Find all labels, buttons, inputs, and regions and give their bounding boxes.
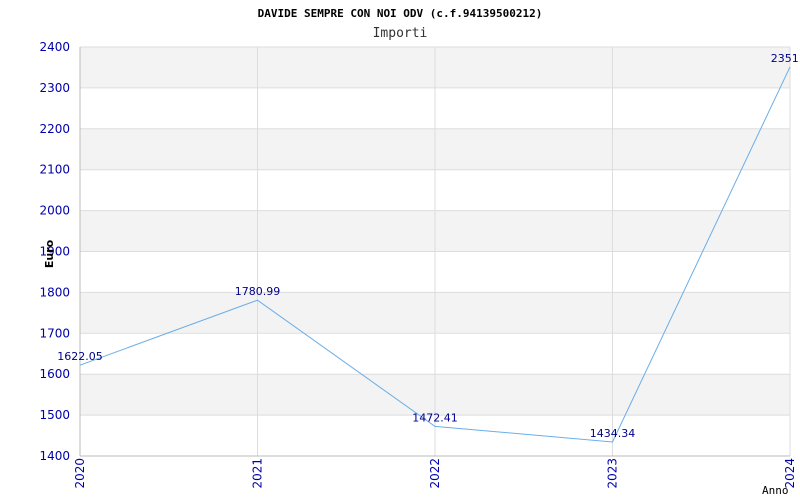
y-tick-label: 2200 [39,122,70,136]
data-label: 2351.3 [771,52,800,65]
data-label: 1472.41 [412,411,458,424]
y-tick-label: 1500 [39,408,70,422]
chart-title: DAVIDE SEMPRE CON NOI ODV (c.f.941395002… [258,7,543,20]
x-tick-label: 2023 [606,458,620,489]
x-tick-label: 2020 [73,458,87,489]
x-tick-label: 2021 [251,458,265,489]
y-tick-label: 1600 [39,367,70,381]
data-label: 1780.99 [235,285,281,298]
y-tick-label: 1700 [39,326,70,340]
data-label: 1434.34 [590,427,636,440]
y-tick-label: 2300 [39,81,70,95]
y-tick-label: 2400 [39,40,70,54]
y-tick-label: 2000 [39,204,70,218]
chart-subtitle: Importi [373,26,428,41]
line-chart: DAVIDE SEMPRE CON NOI ODV (c.f.941395002… [39,7,800,497]
x-axis-label: Anno [762,484,789,497]
x-tick-labels: 2020 2021 2022 2023 2024 [73,458,797,489]
y-tick-label: 2100 [39,163,70,177]
y-tick-label: 1800 [39,285,70,299]
data-label: 1622.05 [57,350,103,363]
y-axis-label: Euro [43,239,56,268]
y-tick-label: 1400 [39,449,70,463]
x-tick-label: 2022 [428,458,442,489]
